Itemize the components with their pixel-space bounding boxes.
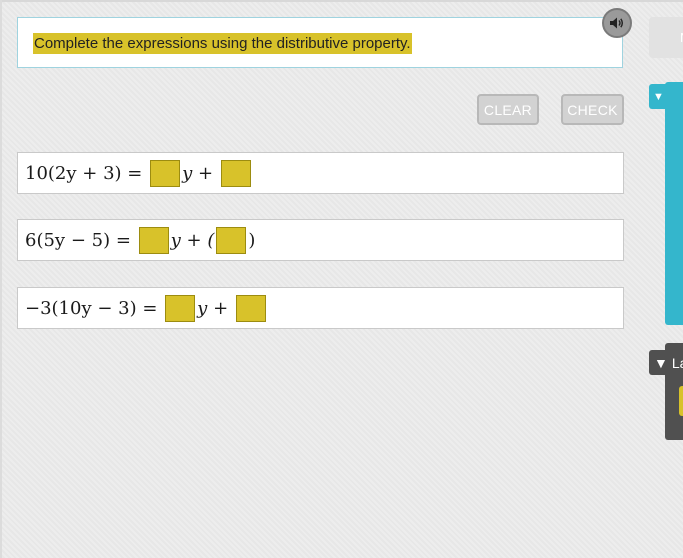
answer-input-constant[interactable] — [220, 159, 251, 187]
instruction-box: Complete the expressions using the distr… — [17, 17, 623, 68]
expression-row-2: 6(5y − 5) = y + ( ) — [17, 219, 624, 261]
expression-lhs: −3(10y − 3) = — [25, 297, 158, 319]
answer-input-constant[interactable] — [235, 294, 266, 322]
side-panel-answer-chip[interactable] — [679, 386, 683, 416]
expression-tail: ) — [248, 229, 256, 251]
side-dark-panel-label: La — [671, 354, 683, 371]
left-border — [0, 0, 2, 558]
clear-button[interactable]: CLEAR — [477, 94, 539, 125]
speaker-icon — [610, 17, 623, 29]
expression-middle: y + — [182, 162, 214, 184]
answer-input-coefficient[interactable] — [150, 159, 181, 187]
tools-panel — [665, 82, 683, 325]
answer-input-coefficient[interactable] — [138, 226, 169, 254]
expression-row-3: −3(10y − 3) = y + — [17, 287, 624, 329]
collapse-arrow-icon: ▼ — [654, 354, 668, 371]
expression-row-1: 10(2y + 3) = y + — [17, 152, 624, 194]
expression-lhs: 6(5y − 5) = — [25, 229, 131, 251]
collapse-arrow-icon: ▼ — [653, 90, 664, 103]
audio-button[interactable] — [602, 8, 632, 38]
check-button[interactable]: CHECK — [561, 94, 624, 125]
expression-middle: y + — [197, 297, 229, 319]
side-dark-panel-toggle[interactable]: ▼ La — [649, 350, 683, 375]
next-button[interactable] — [649, 17, 683, 58]
tools-panel-toggle[interactable]: ▼ — [649, 84, 675, 109]
answer-input-constant[interactable] — [216, 226, 247, 254]
expression-lhs: 10(2y + 3) = — [25, 162, 143, 184]
instruction-text: Complete the expressions using the distr… — [33, 33, 412, 54]
expression-middle: y + ( — [170, 229, 215, 251]
top-border — [0, 0, 683, 2]
answer-input-coefficient[interactable] — [165, 294, 196, 322]
